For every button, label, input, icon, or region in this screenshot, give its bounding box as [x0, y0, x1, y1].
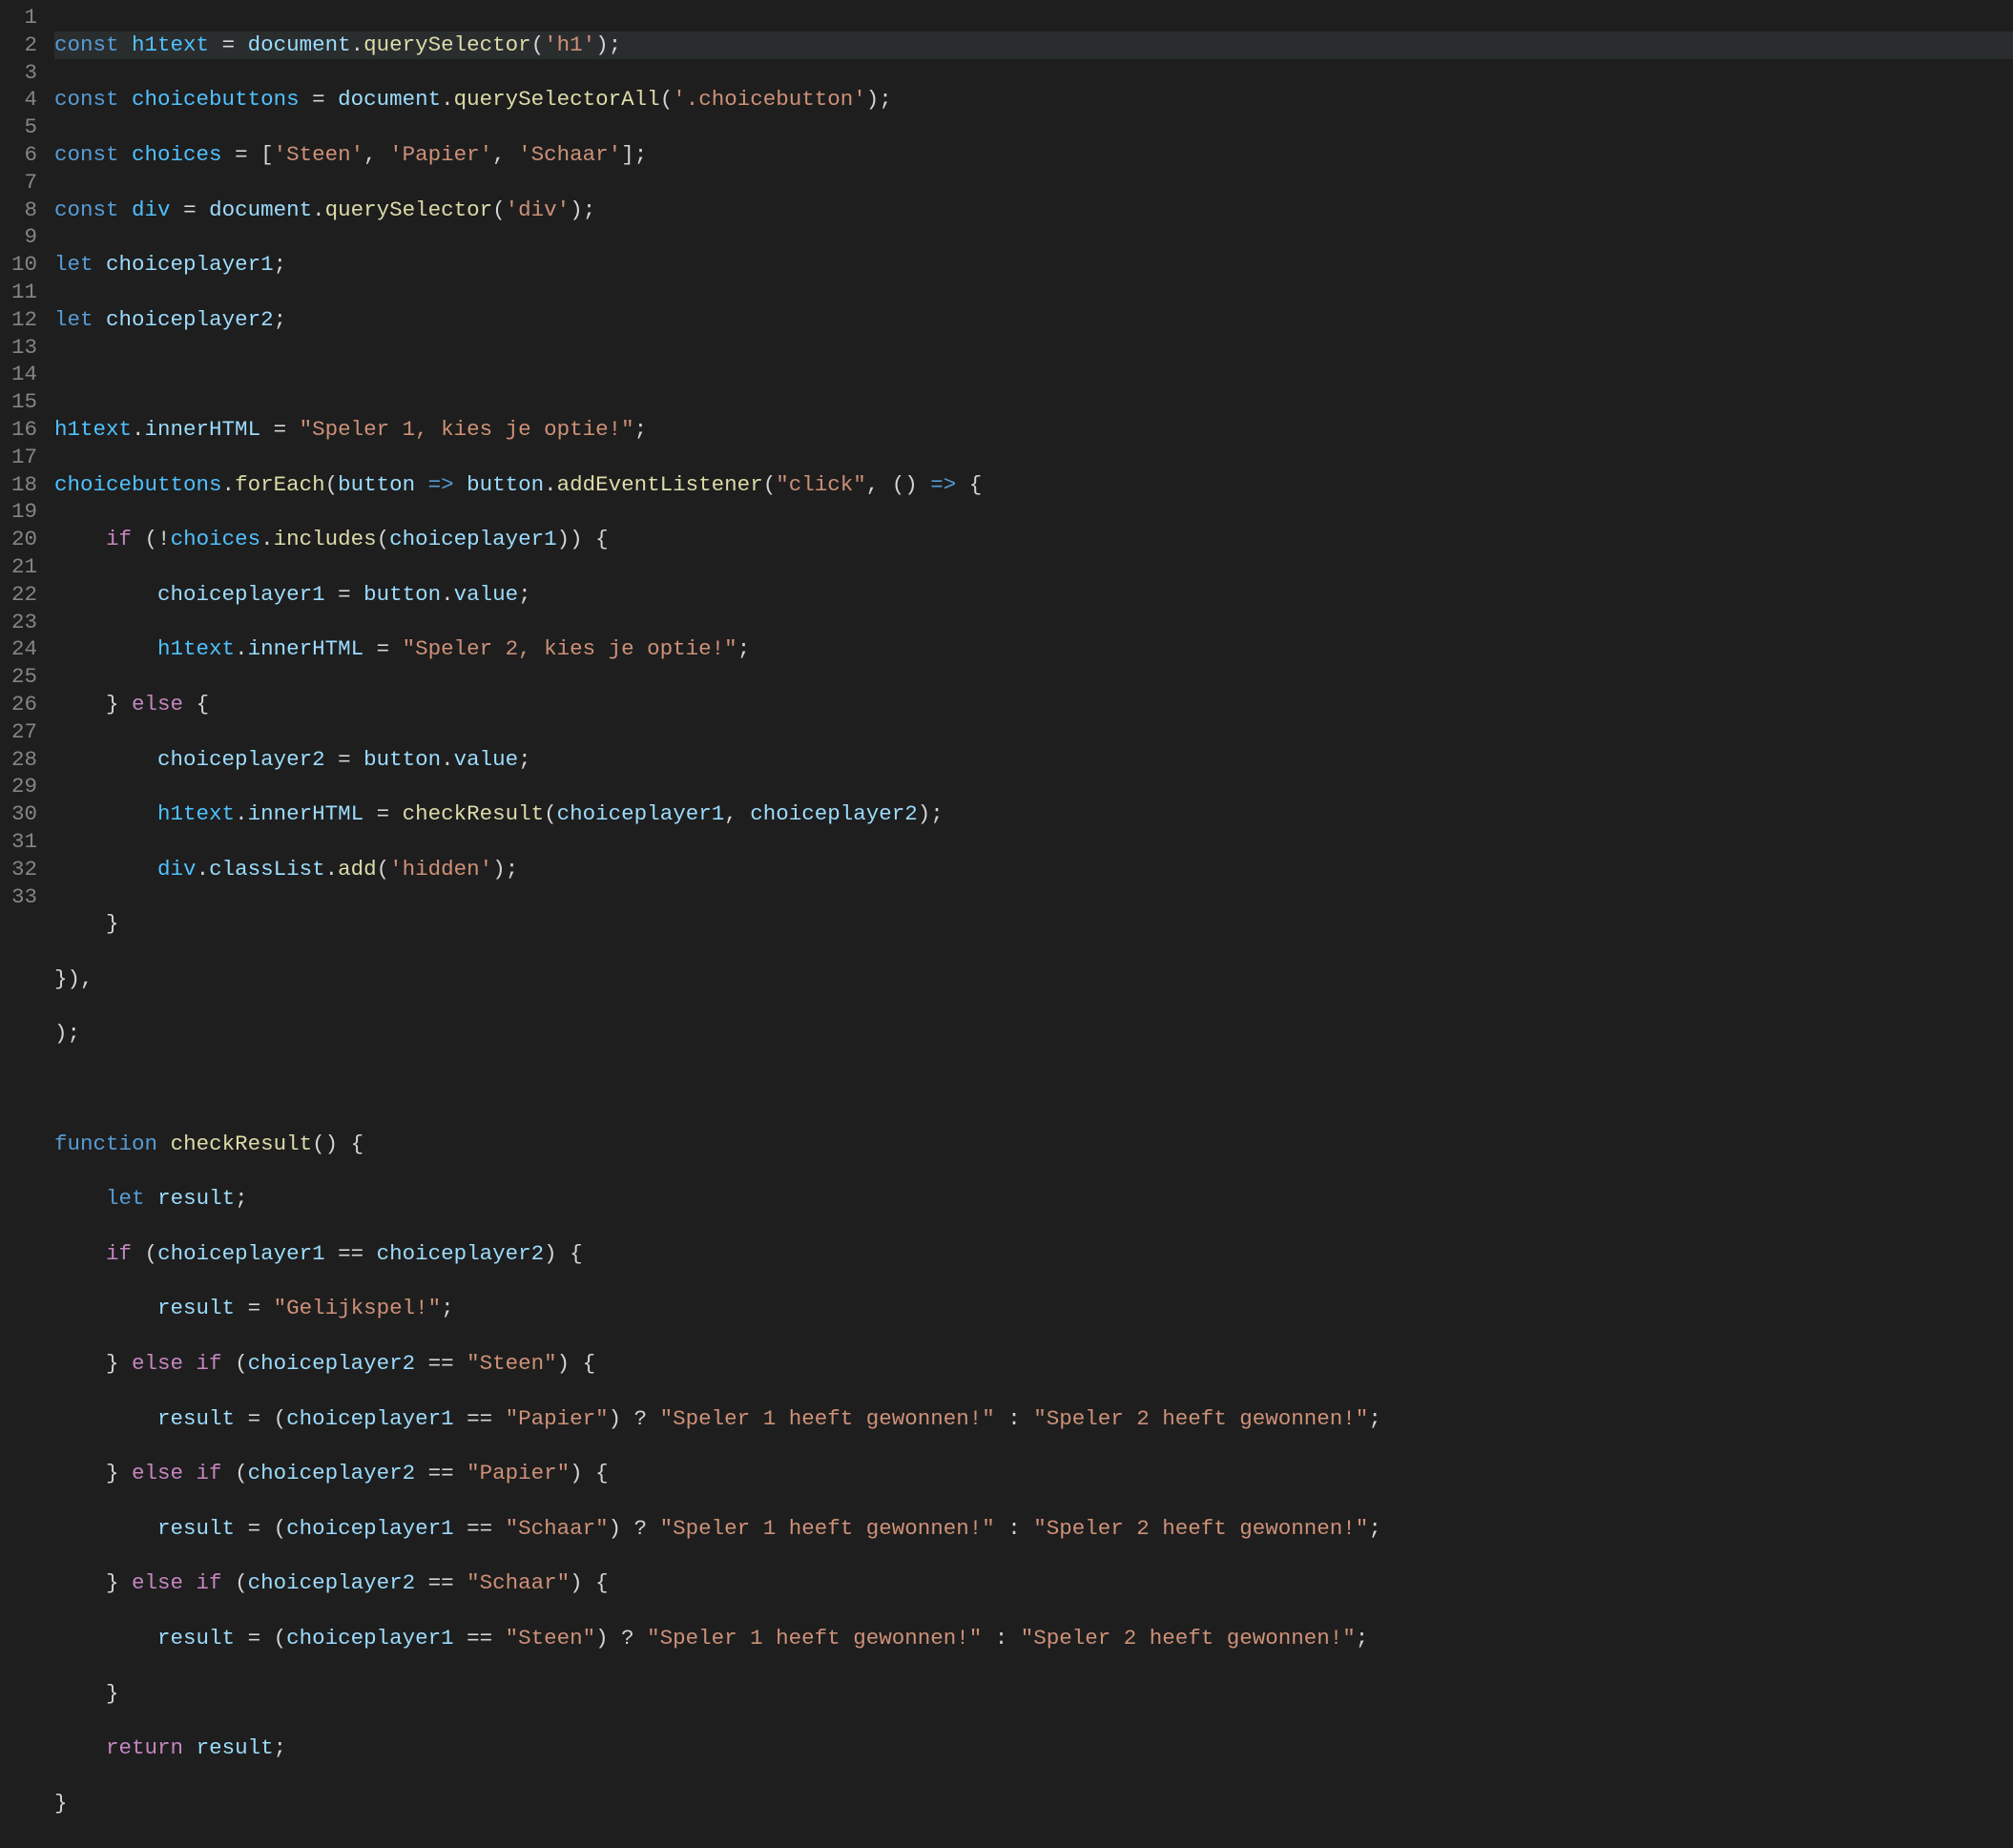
line-number: 27 — [11, 718, 37, 746]
code-line[interactable]: const choicebuttons = document.querySele… — [54, 86, 2013, 114]
code-line[interactable]: h1text.innerHTML = "Speler 1, kies je op… — [54, 416, 2013, 444]
code-line[interactable]: } else if (choiceplayer2 == "Steen") { — [54, 1350, 2013, 1378]
line-number: 33 — [11, 883, 37, 911]
code-line[interactable]: div.classList.add('hidden'); — [54, 856, 2013, 883]
line-number: 29 — [11, 773, 37, 800]
code-line[interactable]: result = (choiceplayer1 == "Steen") ? "S… — [54, 1625, 2013, 1652]
code-line[interactable]: result = "Gelijkspel!"; — [54, 1295, 2013, 1322]
line-number: 11 — [11, 279, 37, 306]
line-number: 24 — [11, 635, 37, 663]
code-line[interactable]: } — [54, 910, 2013, 938]
line-number: 19 — [11, 498, 37, 526]
line-number: 26 — [11, 691, 37, 718]
line-number: 3 — [11, 59, 37, 87]
line-number: 10 — [11, 251, 37, 279]
line-number: 9 — [11, 223, 37, 251]
line-number: 30 — [11, 800, 37, 828]
code-line[interactable]: const div = document.querySelector('div'… — [54, 197, 2013, 224]
line-number: 14 — [11, 361, 37, 388]
code-line[interactable]: result = (choiceplayer1 == "Schaar") ? "… — [54, 1515, 2013, 1543]
code-line[interactable]: let result; — [54, 1185, 2013, 1213]
code-line[interactable]: } else { — [54, 691, 2013, 718]
line-number: 6 — [11, 141, 37, 169]
code-line[interactable]: let choiceplayer1; — [54, 251, 2013, 279]
line-number: 15 — [11, 388, 37, 416]
code-line[interactable]: if (!choices.includes(choiceplayer1)) { — [54, 526, 2013, 553]
code-line[interactable]: if (choiceplayer1 == choiceplayer2) { — [54, 1240, 2013, 1268]
line-number: 4 — [11, 86, 37, 114]
code-line[interactable]: choicebuttons.forEach(button => button.a… — [54, 471, 2013, 499]
code-line[interactable] — [54, 361, 2013, 388]
code-line[interactable]: }), — [54, 966, 2013, 993]
line-number: 2 — [11, 31, 37, 59]
line-number: 28 — [11, 746, 37, 774]
line-number: 32 — [11, 856, 37, 883]
line-number: 23 — [11, 609, 37, 636]
line-number-gutter: 1234567891011121314151617181920212223242… — [0, 0, 54, 1848]
line-number: 20 — [11, 526, 37, 553]
code-line[interactable]: } else if (choiceplayer2 == "Schaar") { — [54, 1569, 2013, 1597]
line-number: 12 — [11, 306, 37, 334]
code-line[interactable]: const h1text = document.querySelector('h… — [54, 31, 2013, 59]
code-line[interactable]: ); — [54, 1020, 2013, 1048]
code-editor-content[interactable]: const h1text = document.querySelector('h… — [54, 0, 2013, 1848]
code-line[interactable]: h1text.innerHTML = "Speler 2, kies je op… — [54, 635, 2013, 663]
line-number: 13 — [11, 334, 37, 362]
code-line[interactable]: let choiceplayer2; — [54, 306, 2013, 334]
line-number: 31 — [11, 828, 37, 856]
code-line[interactable]: choiceplayer1 = button.value; — [54, 581, 2013, 609]
code-line[interactable]: } else if (choiceplayer2 == "Papier") { — [54, 1460, 2013, 1487]
code-line[interactable]: } — [54, 1790, 2013, 1817]
line-number: 21 — [11, 553, 37, 581]
code-line[interactable]: function checkResult() { — [54, 1131, 2013, 1158]
code-line[interactable]: h1text.innerHTML = checkResult(choicepla… — [54, 800, 2013, 828]
line-number: 16 — [11, 416, 37, 444]
code-line[interactable]: const choices = ['Steen', 'Papier', 'Sch… — [54, 141, 2013, 169]
code-line[interactable] — [54, 1075, 2013, 1103]
code-line[interactable]: result = (choiceplayer1 == "Papier") ? "… — [54, 1405, 2013, 1433]
line-number: 7 — [11, 169, 37, 197]
line-number: 8 — [11, 197, 37, 224]
line-number: 1 — [11, 4, 37, 31]
code-line[interactable]: } — [54, 1680, 2013, 1708]
code-line[interactable]: return result; — [54, 1734, 2013, 1762]
line-number: 5 — [11, 114, 37, 141]
code-line[interactable]: choiceplayer2 = button.value; — [54, 746, 2013, 774]
line-number: 17 — [11, 444, 37, 471]
line-number: 25 — [11, 663, 37, 691]
line-number: 18 — [11, 471, 37, 499]
line-number: 22 — [11, 581, 37, 609]
